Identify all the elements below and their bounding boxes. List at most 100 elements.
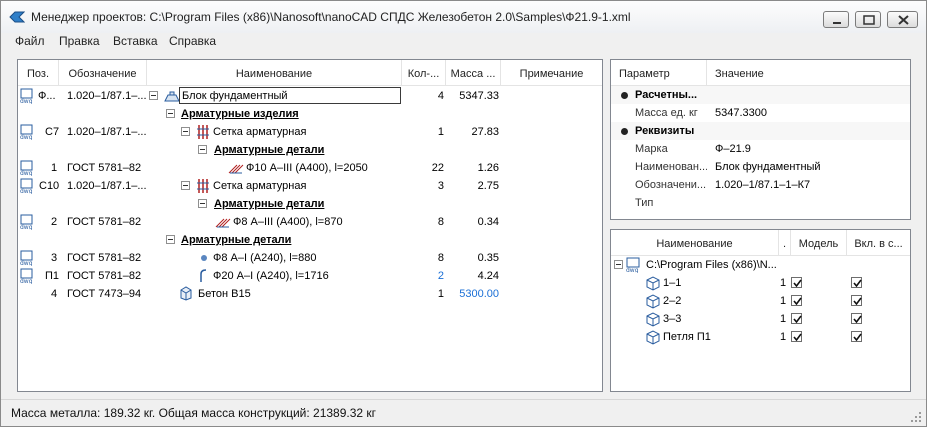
include-checkbox[interactable] xyxy=(851,331,862,342)
row-pos: С7 xyxy=(45,126,59,138)
properties-grid[interactable]: Параметр Значение Расчетны... Масса ед. … xyxy=(610,59,911,220)
views-header: Наименование . Модель Вкл. в с... xyxy=(611,230,910,256)
include-checkbox[interactable] xyxy=(851,277,862,288)
prop-value[interactable]: Блок фундаментный xyxy=(715,158,905,176)
prop-value[interactable]: 5347.3300 xyxy=(715,104,905,122)
row-designation: ГОСТ 5781–82 xyxy=(67,216,142,228)
root-path: C:\Program Files (x86)\N... xyxy=(646,259,777,271)
resize-grip-icon[interactable] xyxy=(910,411,922,423)
col-header-note[interactable]: Примечание xyxy=(501,60,602,86)
mesh-icon xyxy=(197,125,209,139)
prop-name: Марка xyxy=(635,143,668,155)
specification-tree-table[interactable]: Поз. Обозначение Наименование Кол-... Ма… xyxy=(17,59,603,392)
dwg-file-icon: dwg xyxy=(20,268,33,284)
prop-name: Тип xyxy=(635,197,654,209)
row-qty: 22 xyxy=(431,162,444,174)
collapse-bullet-icon xyxy=(621,128,628,135)
prop-value[interactable] xyxy=(715,194,905,212)
prop-value[interactable]: 1.020–1/87.1–1–К7 xyxy=(715,176,905,194)
collapse-bullet-icon xyxy=(621,92,628,99)
property-group-calc[interactable]: Расчетны... xyxy=(611,86,910,104)
row-designation: ГОСТ 7473–94 xyxy=(67,288,142,300)
col-header-qty[interactable]: Кол-... xyxy=(402,60,446,86)
row-qty: 4 xyxy=(437,90,444,102)
prop-name: Наименован... xyxy=(635,161,707,173)
rebar-icon xyxy=(215,218,231,228)
model-checkbox[interactable] xyxy=(791,331,802,342)
row-name: Бетон В15 xyxy=(198,288,251,300)
row-name: Блок фундаментный xyxy=(182,90,288,102)
app-icon xyxy=(9,11,25,23)
dwg-file-icon: dwg xyxy=(20,178,33,194)
col-header-dot[interactable]: . xyxy=(779,230,791,256)
property-group-requisites[interactable]: Реквизиты xyxy=(611,122,910,140)
status-bar: Масса металла: 189.32 кг. Общая масса ко… xyxy=(1,399,926,426)
row-designation: ГОСТ 5781–82 xyxy=(67,252,142,264)
loop-bar-icon xyxy=(200,269,207,282)
row-designation: ГОСТ 5781–82 xyxy=(67,162,142,174)
col-header-param[interactable]: Параметр xyxy=(611,60,707,86)
views-tree-table[interactable]: Наименование . Модель Вкл. в с... dwg C:… xyxy=(610,229,911,392)
row-mass: 5300.00 xyxy=(459,288,499,300)
row-pos: 2 xyxy=(51,216,58,228)
model-checkbox[interactable] xyxy=(791,295,802,306)
row-qty: 1 xyxy=(437,126,444,138)
include-checkbox[interactable] xyxy=(851,313,862,324)
collapse-toggle[interactable] xyxy=(181,127,190,136)
col-header-designation[interactable]: Обозначение xyxy=(59,60,147,86)
prop-value[interactable]: Ф–21.9 xyxy=(715,140,905,158)
menu-help[interactable]: Справка xyxy=(169,34,216,48)
svg-text:dwg: dwg xyxy=(20,224,33,230)
view-number: 1 xyxy=(780,277,787,289)
collapse-toggle[interactable] xyxy=(166,235,175,244)
menu-insert[interactable]: Вставка xyxy=(113,34,158,48)
menu-edit[interactable]: Правка xyxy=(59,34,100,48)
row-pos: 3 xyxy=(51,252,58,264)
col-header-model[interactable]: Модель xyxy=(791,230,847,256)
group-label: Реквизиты xyxy=(635,125,695,137)
view-number: 1 xyxy=(780,295,787,307)
foundation-block-icon xyxy=(164,91,180,102)
col-header-pos[interactable]: Поз. xyxy=(18,60,59,86)
collapse-toggle[interactable] xyxy=(198,199,207,208)
row-mass: 5347.33 xyxy=(459,90,499,102)
include-checkbox[interactable] xyxy=(851,295,862,306)
straight-bar-icon xyxy=(201,255,207,261)
row-qty: 8 xyxy=(437,216,444,228)
group-label: Арматурные детали xyxy=(181,234,292,246)
view-name: Петля П1 xyxy=(663,331,711,343)
minimize-button[interactable] xyxy=(823,11,849,28)
view-number: 1 xyxy=(780,331,787,343)
col-header-mass[interactable]: Масса ... xyxy=(446,60,501,86)
close-button[interactable] xyxy=(887,11,918,28)
col-header-value[interactable]: Значение xyxy=(707,60,910,86)
collapse-toggle[interactable] xyxy=(198,145,207,154)
col-header-include[interactable]: Вкл. в с... xyxy=(847,230,910,256)
col-header-view-name[interactable]: Наименование xyxy=(611,230,779,256)
row-name: Ф8 А–III (А400), l=870 xyxy=(233,216,343,228)
cube-view-icon xyxy=(646,294,660,309)
dwg-file-icon: dwg xyxy=(626,257,640,273)
row-qty: 2 xyxy=(437,270,444,282)
row-mass: 0.35 xyxy=(477,252,499,264)
svg-text:dwg: dwg xyxy=(20,134,33,140)
view-name: 1–1 xyxy=(663,277,682,289)
row-mass: 0.34 xyxy=(477,216,499,228)
collapse-toggle[interactable] xyxy=(181,181,190,190)
col-header-name[interactable]: Наименование xyxy=(147,60,402,86)
maximize-button[interactable] xyxy=(855,11,881,28)
properties-header: Параметр Значение xyxy=(611,60,910,86)
collapse-toggle[interactable] xyxy=(149,91,158,100)
svg-text:dwg: dwg xyxy=(20,188,33,194)
window-title: Менеджер проектов: C:\Program Files (x86… xyxy=(31,10,631,24)
model-checkbox[interactable] xyxy=(791,313,802,324)
model-checkbox[interactable] xyxy=(791,277,802,288)
dwg-file-icon: dwg xyxy=(20,124,33,140)
row-name: Ф10 А–III (А400), l=2050 xyxy=(246,162,368,174)
prop-name: Обозначени... xyxy=(635,179,707,191)
collapse-toggle[interactable] xyxy=(614,260,623,269)
check-icon xyxy=(853,315,862,324)
menu-file[interactable]: Файл xyxy=(15,34,45,48)
title-bar: Менеджер проектов: C:\Program Files (x86… xyxy=(1,1,926,33)
collapse-toggle[interactable] xyxy=(166,109,175,118)
